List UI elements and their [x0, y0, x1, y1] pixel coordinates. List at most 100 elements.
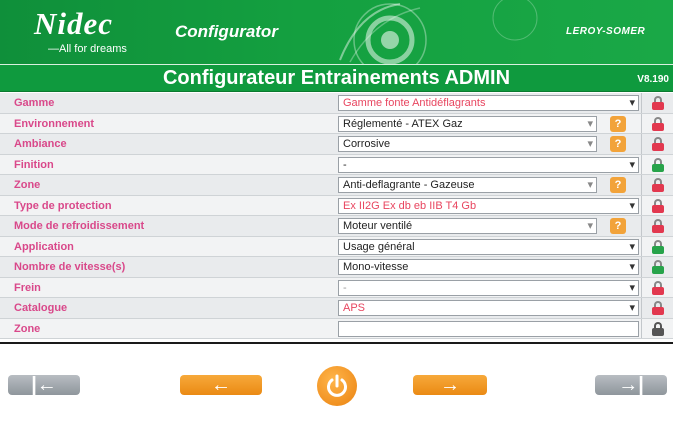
lock-body [652, 286, 664, 295]
locked-icon[interactable] [652, 178, 664, 192]
field-label: Frein [14, 281, 41, 294]
previous-button[interactable]: ← [180, 373, 262, 396]
column-divider [641, 154, 642, 174]
column-divider [641, 175, 642, 195]
chevron-down-icon: ▾ [629, 240, 635, 253]
chevron-down-icon: ▾ [629, 302, 635, 314]
column-divider [641, 298, 642, 318]
column-divider [641, 134, 642, 154]
locked-icon[interactable] [652, 280, 664, 295]
arrow-right-icon: → [440, 373, 460, 396]
chevron-down-icon: ▾ [587, 138, 593, 150]
chevron-down-icon: ▾ [587, 220, 593, 232]
chevron-down-icon: ▾ [629, 281, 635, 294]
select-value: - [343, 158, 347, 171]
locked-icon[interactable] [652, 301, 664, 315]
first-page-button[interactable]: |← [8, 374, 80, 396]
form-row: Application Usage général ▾ [0, 236, 673, 257]
column-divider [641, 195, 642, 215]
chevron-down-icon: ▾ [629, 199, 635, 212]
dropdown-select[interactable]: Gamme fonte Antidéflagrants ▾ [338, 95, 639, 111]
select-value: Gamme fonte Antidéflagrants [343, 97, 486, 109]
nidec-logo: Nidec [34, 6, 114, 41]
lock-body [652, 307, 664, 315]
field-label: Catalogue [14, 302, 68, 314]
field-label: Finition [14, 158, 54, 171]
lock-body [652, 184, 664, 192]
dropdown-select[interactable]: Moteur ventilé ▾ [338, 218, 597, 234]
field-label: Environnement [14, 117, 95, 130]
lock-body [652, 143, 664, 151]
form-row: Mode de refroidissement Moteur ventilé ▾? [0, 216, 673, 237]
unlocked-icon[interactable] [652, 260, 664, 274]
field-label: Application [14, 240, 74, 253]
select-value: Réglementé - ATEX Gaz [343, 117, 463, 130]
field-label: Zone [14, 322, 41, 335]
help-icon[interactable]: ? [610, 177, 626, 193]
column-divider [641, 236, 642, 256]
column-divider [641, 277, 642, 297]
help-icon[interactable]: ? [610, 218, 626, 234]
form-row: Gamme Gamme fonte Antidéflagrants ▾ [0, 93, 673, 114]
configuration-form: Gamme Gamme fonte Antidéflagrants ▾ Environ… [0, 93, 673, 339]
select-value: Usage général [343, 240, 415, 253]
field-label: Mode de refroidissement [14, 220, 145, 232]
unlocked-icon[interactable] [652, 239, 664, 254]
header-banner: Nidec —All for dreams Configurator LEROY… [0, 0, 673, 64]
dropdown-select[interactable]: Corrosive ▾ [338, 136, 597, 152]
field-label: Type de protection [14, 199, 112, 212]
lock-body [652, 122, 664, 131]
leroy-somer-logo: LEROY-SOMER [566, 26, 646, 37]
locked-icon[interactable] [652, 137, 664, 151]
chevron-down-icon: ▾ [587, 179, 593, 191]
separator [0, 342, 673, 344]
field-label: Nombre de vitesse(s) [14, 261, 126, 273]
lock-body [652, 163, 664, 172]
dropdown-select[interactable]: Anti-deflagrante - Gazeuse ▾ [338, 177, 597, 193]
select-value: APS [343, 302, 366, 314]
title-bar: Configurateur Entrainements ADMIN V8.190 [0, 64, 673, 92]
field-label: Ambiance [14, 138, 67, 150]
next-button[interactable]: → [413, 373, 487, 396]
locked-icon[interactable] [652, 96, 664, 110]
lock-body [652, 245, 664, 254]
lock-body [652, 204, 664, 213]
help-icon[interactable]: ? [610, 115, 626, 132]
form-row: Zone [0, 318, 673, 339]
dropdown-select[interactable]: APS ▾ [338, 300, 639, 316]
locked-icon[interactable] [652, 198, 664, 213]
column-divider [641, 216, 642, 236]
text-input[interactable] [338, 320, 639, 337]
locked-icon[interactable] [652, 219, 664, 233]
dropdown-select[interactable]: Usage général ▾ [338, 238, 639, 255]
form-row: Ambiance Corrosive ▾? [0, 134, 673, 155]
select-value: - [343, 281, 347, 294]
form-row: Finition - ▾ [0, 154, 673, 175]
power-button[interactable] [317, 366, 357, 406]
form-row: Zone Anti-deflagrante - Gazeuse ▾? [0, 175, 673, 196]
locked-icon[interactable] [652, 116, 664, 131]
select-value: Mono-vitesse [343, 261, 409, 273]
column-divider [641, 93, 642, 113]
chevron-down-icon: ▾ [629, 97, 635, 109]
form-row: Frein - ▾ [0, 277, 673, 298]
version-label: V8.190 [637, 74, 669, 85]
chevron-down-icon: ▾ [587, 117, 593, 130]
arrow-left-icon: ← [211, 373, 231, 396]
last-page-button[interactable]: →| [595, 374, 667, 396]
dropdown-select[interactable]: - ▾ [338, 279, 639, 296]
unlocked-icon[interactable] [652, 157, 664, 172]
dropdown-select[interactable]: Mono-vitesse ▾ [338, 259, 639, 275]
field-label: Zone [14, 179, 41, 191]
select-value: Moteur ventilé [343, 220, 413, 232]
dropdown-select[interactable]: Réglementé - ATEX Gaz ▾ [338, 115, 597, 132]
select-value: Corrosive [343, 138, 391, 150]
lock-body [652, 266, 664, 274]
help-icon[interactable]: ? [610, 136, 626, 152]
dropdown-select[interactable]: Ex II2G Ex db eb IIB T4 Gb ▾ [338, 197, 639, 214]
form-row: Environnement Réglementé - ATEX Gaz ▾? [0, 113, 673, 134]
power-icon [327, 374, 347, 397]
dropdown-select[interactable]: - ▾ [338, 156, 639, 173]
column-divider [641, 113, 642, 133]
printer-icon[interactable] [652, 321, 664, 336]
